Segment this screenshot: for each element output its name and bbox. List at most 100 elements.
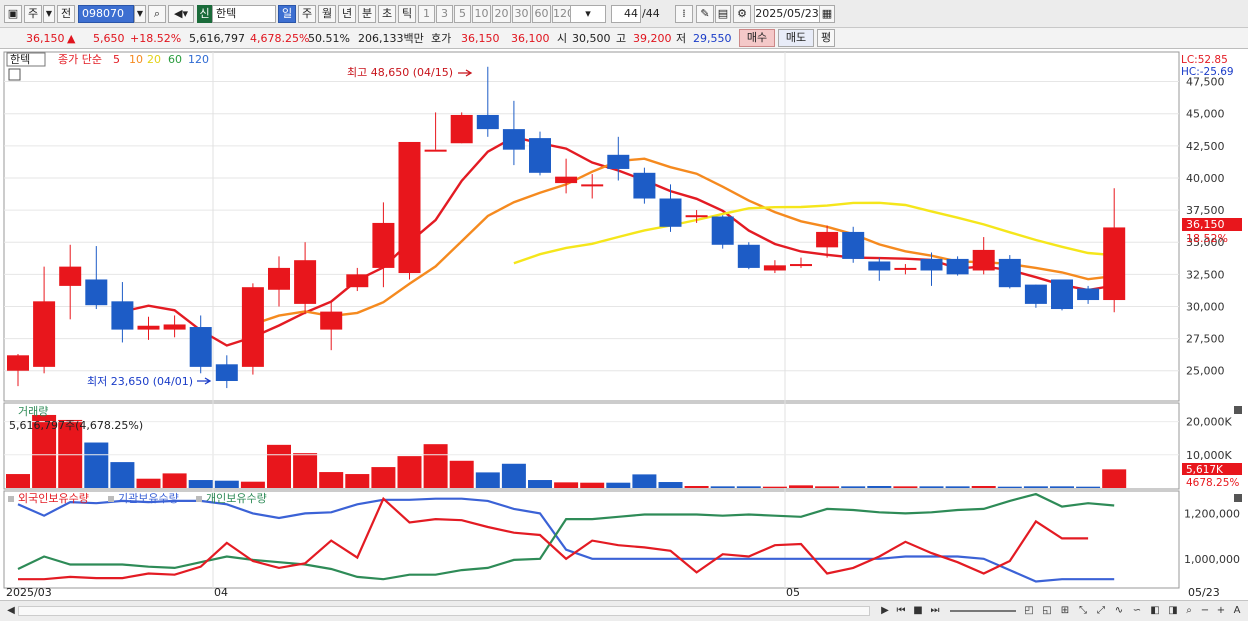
- candle-body[interactable]: [1077, 288, 1100, 301]
- candle-body[interactable]: [268, 267, 290, 290]
- layout-icon[interactable]: ▣: [4, 5, 22, 23]
- volume-bar[interactable]: [997, 486, 1022, 488]
- forward-icon[interactable]: ⏭: [928, 604, 942, 618]
- volume-bar[interactable]: [528, 480, 552, 488]
- speaker-icon[interactable]: ◀▾: [168, 5, 194, 23]
- candle-body[interactable]: [998, 258, 1021, 288]
- interval-button[interactable]: 주: [298, 5, 316, 23]
- number-button[interactable]: 60: [532, 5, 551, 23]
- ma5-legend[interactable]: 5: [113, 53, 120, 66]
- save-icon[interactable]: ▤: [715, 5, 731, 23]
- candle-body[interactable]: [607, 154, 630, 169]
- ma60-legend[interactable]: 60: [168, 53, 182, 66]
- candle-body[interactable]: [790, 264, 812, 267]
- number-button[interactable]: 20: [492, 5, 511, 23]
- volume-bar[interactable]: [188, 480, 213, 488]
- interval-button[interactable]: 초: [378, 5, 396, 23]
- interval-button[interactable]: 년: [338, 5, 356, 23]
- candle-body[interactable]: [111, 301, 134, 330]
- volume-bar[interactable]: [240, 481, 265, 488]
- zoom-in-icon[interactable]: +: [1214, 604, 1228, 618]
- number-button[interactable]: 10: [472, 5, 491, 23]
- scroll-left-icon[interactable]: ◀: [4, 604, 18, 618]
- candle-body[interactable]: [137, 325, 160, 330]
- volume-bar[interactable]: [632, 474, 657, 488]
- volume-bar[interactable]: [762, 486, 787, 488]
- extra-dropdown[interactable]: ▾: [570, 5, 606, 23]
- gear-icon[interactable]: ⚙: [733, 5, 751, 23]
- candle-body[interactable]: [7, 355, 29, 371]
- candle-body[interactable]: [920, 258, 943, 271]
- volume-bar[interactable]: [710, 486, 735, 488]
- candle-body[interactable]: [763, 265, 786, 271]
- volume-bar[interactable]: [893, 486, 918, 488]
- tool-icon-4[interactable]: ⤡: [1076, 604, 1090, 618]
- scrollbar-track[interactable]: [18, 606, 870, 616]
- prev-label[interactable]: 전: [57, 5, 75, 23]
- candle-body[interactable]: [241, 287, 264, 367]
- legend-individual[interactable]: 개인보유수량: [206, 492, 267, 505]
- holdings-close-icon[interactable]: [1234, 494, 1242, 502]
- volume-bar[interactable]: [110, 462, 135, 488]
- candle-body[interactable]: [189, 327, 212, 367]
- legend-institution[interactable]: 기관보유수량: [118, 492, 179, 505]
- candle-body[interactable]: [85, 279, 108, 306]
- volume-bar[interactable]: [945, 486, 970, 488]
- tool-icon-8[interactable]: ◧: [1148, 604, 1162, 618]
- grid-icon[interactable]: ⁞: [675, 5, 693, 23]
- tool-icon-5[interactable]: ⤢: [1094, 604, 1108, 618]
- chart-area[interactable]: 47,500 45,000 42,500 40,000 37,500 35,000 32,5…: [0, 50, 1248, 621]
- volume-bar[interactable]: [1050, 486, 1074, 488]
- buy-button[interactable]: 매수: [739, 29, 775, 47]
- volume-bar[interactable]: [815, 486, 840, 488]
- draw-tool-icon[interactable]: ✎: [696, 5, 714, 23]
- volume-close-icon[interactable]: [1234, 406, 1242, 414]
- volume-bar[interactable]: [371, 467, 396, 488]
- candle-body[interactable]: [659, 198, 682, 227]
- candle-body[interactable]: [1051, 279, 1073, 310]
- calendar-icon[interactable]: ▦: [819, 5, 835, 23]
- period-week-label[interactable]: 주: [24, 5, 42, 23]
- volume-bar[interactable]: [1076, 486, 1101, 488]
- volume-bar[interactable]: [971, 486, 996, 488]
- volume-bar[interactable]: [1102, 469, 1127, 488]
- zoom-out-icon[interactable]: −: [1198, 604, 1212, 618]
- average-button[interactable]: 평: [817, 29, 835, 47]
- stop-icon[interactable]: ■: [911, 604, 925, 618]
- stock-code-input[interactable]: 098070: [78, 5, 134, 23]
- rewind-icon[interactable]: ⏮: [894, 604, 908, 618]
- volume-bar[interactable]: [1023, 486, 1048, 488]
- ma10-legend[interactable]: 10: [129, 53, 143, 66]
- candle-body[interactable]: [294, 260, 317, 304]
- candle-body[interactable]: [476, 114, 499, 130]
- candle-body[interactable]: [1103, 227, 1126, 301]
- volume-bar[interactable]: [658, 482, 683, 488]
- tool-icon-9[interactable]: ◨: [1166, 604, 1180, 618]
- volume-bar[interactable]: [345, 474, 370, 488]
- calculator-icon[interactable]: [8, 68, 21, 81]
- volume-bar[interactable]: [736, 486, 761, 488]
- candle-body[interactable]: [685, 215, 708, 218]
- volume-bar[interactable]: [789, 485, 813, 488]
- candle-body[interactable]: [398, 141, 421, 274]
- tool-icon-1[interactable]: ◰: [1022, 604, 1036, 618]
- candle-body[interactable]: [842, 231, 865, 259]
- volume-bar[interactable]: [162, 473, 187, 488]
- candle-body[interactable]: [737, 244, 760, 268]
- candle-body[interactable]: [1024, 284, 1047, 304]
- volume-bar[interactable]: [397, 456, 422, 488]
- tool-icon-6[interactable]: ∿: [1112, 604, 1126, 618]
- candle-body[interactable]: [320, 311, 343, 330]
- interval-button[interactable]: 틱: [398, 5, 416, 23]
- ma120-legend[interactable]: 120: [188, 53, 209, 66]
- volume-bar[interactable]: [867, 486, 892, 488]
- volume-bar[interactable]: [84, 442, 109, 488]
- interval-button[interactable]: 일: [278, 5, 296, 23]
- search-icon[interactable]: ⌕: [1182, 604, 1196, 618]
- date-field[interactable]: 2025/05/23: [754, 5, 820, 23]
- candle-body[interactable]: [529, 138, 551, 173]
- candle-body[interactable]: [868, 261, 891, 271]
- candle-body[interactable]: [163, 324, 186, 330]
- legend-foreign[interactable]: 외국인보유수량: [18, 492, 89, 505]
- number-button[interactable]: 3: [436, 5, 453, 23]
